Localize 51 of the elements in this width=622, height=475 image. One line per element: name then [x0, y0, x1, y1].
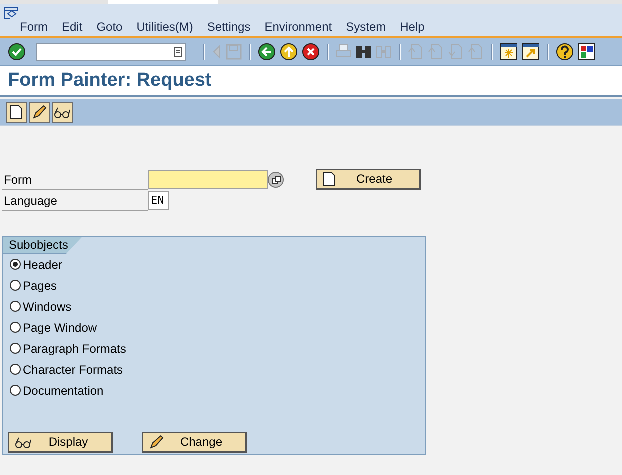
binoculars-icon[interactable] [356, 44, 372, 60]
document-icon [10, 104, 23, 120]
help-icon[interactable] [556, 42, 574, 60]
value-help-button[interactable] [268, 172, 284, 188]
display-button[interactable] [52, 102, 73, 122]
document-icon [323, 172, 336, 186]
menu-icon[interactable] [4, 7, 18, 19]
change-button[interactable]: Change [142, 432, 247, 453]
radio-option[interactable]: Windows [3, 296, 425, 317]
radio-button[interactable] [10, 322, 21, 333]
new-window-icon[interactable] [500, 42, 518, 60]
radio-button[interactable] [10, 280, 21, 291]
screen-title: Form Painter: Request [8, 70, 212, 92]
panel-title: Subobjects [3, 237, 82, 254]
windows-icon [272, 176, 280, 184]
history-icon[interactable] [174, 46, 182, 56]
back-icon[interactable] [258, 42, 276, 60]
layout-icon[interactable] [578, 42, 596, 60]
menu-item[interactable]: Edit [62, 20, 83, 34]
change-button[interactable] [29, 102, 50, 122]
radio-button[interactable] [10, 301, 21, 312]
create-button[interactable]: Create [316, 169, 421, 190]
menu-item[interactable]: System [346, 20, 386, 34]
create-button[interactable] [6, 102, 27, 122]
radio-button[interactable] [10, 364, 21, 375]
glasses-icon [54, 106, 71, 118]
radio-button[interactable] [10, 343, 21, 354]
language-input[interactable]: EN [148, 191, 169, 210]
radio-button[interactable] [10, 259, 21, 270]
pencil-icon [149, 434, 164, 450]
radio-option[interactable]: Header [3, 254, 425, 275]
pencil-icon [32, 104, 47, 120]
radio-button[interactable] [10, 385, 21, 396]
cancel-icon[interactable] [302, 42, 320, 60]
radio-option[interactable]: Documentation [3, 380, 425, 401]
display-button[interactable]: Display [8, 432, 113, 453]
menu-item[interactable]: Goto [96, 20, 123, 34]
radio-option[interactable]: Paragraph Formats [3, 338, 425, 359]
shortcut-icon[interactable] [522, 42, 540, 60]
command-field[interactable] [36, 42, 186, 60]
radio-option[interactable]: Page Window [3, 317, 425, 338]
glasses-icon [15, 436, 32, 448]
menu-item[interactable]: Form [20, 20, 48, 34]
enter-icon[interactable] [8, 42, 26, 60]
radio-option[interactable]: Character Formats [3, 359, 425, 380]
menu-item[interactable]: Utilities(M) [136, 20, 194, 34]
menu-item[interactable]: Settings [207, 20, 251, 34]
form-input[interactable] [148, 170, 268, 189]
radio-option[interactable]: Pages [3, 275, 425, 296]
menu-item[interactable]: Help [400, 20, 425, 34]
menu-item[interactable]: Environment [264, 20, 332, 34]
